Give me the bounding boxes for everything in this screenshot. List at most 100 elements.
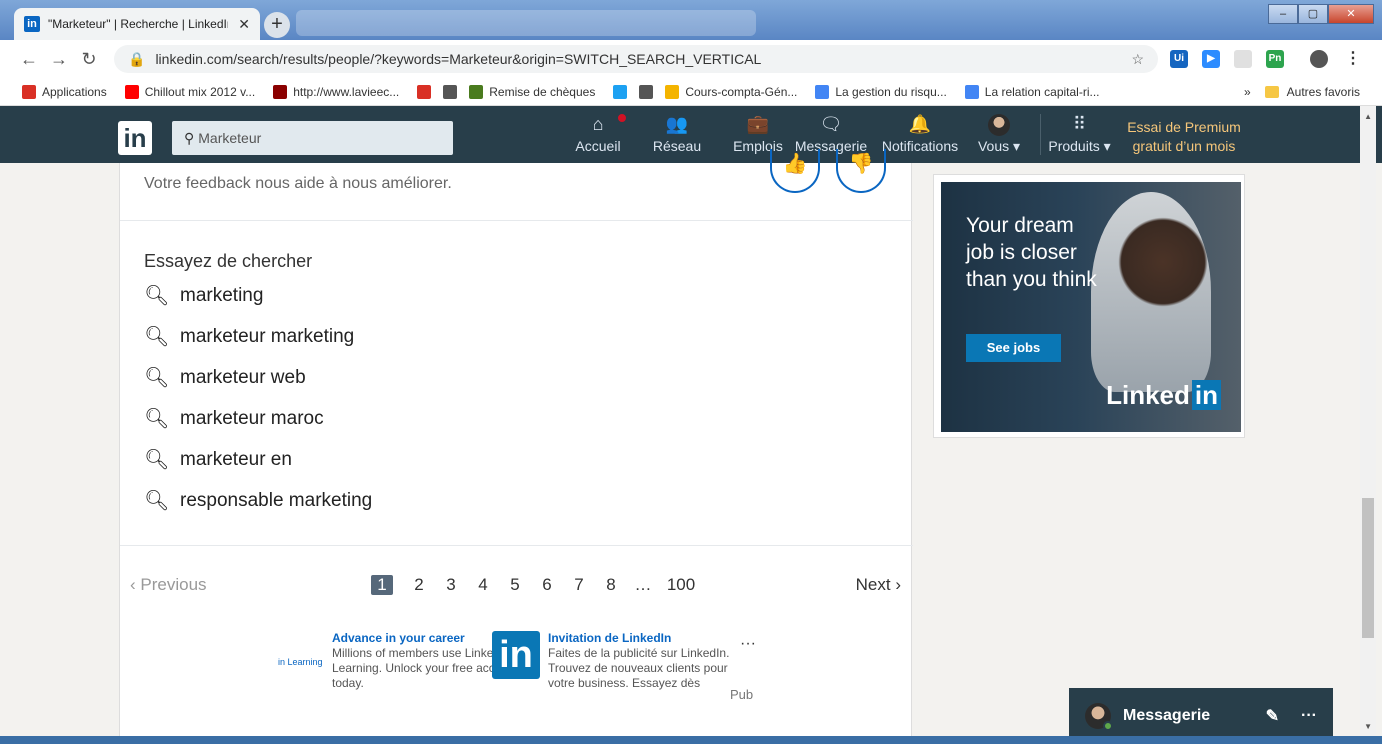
bookmarks-overflow-button[interactable]: » [1244, 85, 1251, 99]
ad-label: Pub [730, 687, 754, 702]
bookmark-item[interactable]: La gestion du risqu... [815, 84, 947, 99]
search-icon: ⚲ [184, 129, 195, 146]
page-button[interactable]: 3 [435, 575, 467, 595]
thumbs-up-icon[interactable]: 👍 [770, 149, 820, 193]
nav-notifications[interactable]: 🔔 Notifications [876, 114, 964, 154]
back-icon[interactable]: ← [14, 49, 44, 70]
side-ad-card[interactable]: Your dream job is closer than you think … [933, 174, 1245, 438]
scrollbar-thumb[interactable] [1362, 498, 1374, 638]
chrome-menu-icon[interactable]: ⋮ [1344, 50, 1362, 68]
new-tab-button[interactable]: + [264, 12, 290, 38]
bookmark-item[interactable] [417, 84, 437, 99]
suggestion-link[interactable]: 🔍︎ marketeur marketing [144, 324, 354, 349]
pn-extension-icon[interactable]: Pn [1266, 50, 1284, 68]
url-field[interactable]: 🔒 linkedin.com/search/results/people/?ke… [114, 45, 1158, 73]
close-window-button[interactable]: ✕ [1328, 4, 1374, 24]
gmail-icon [417, 84, 432, 99]
scroll-down-icon[interactable]: ▼ [1364, 722, 1372, 731]
other-bookmarks[interactable]: Autres favoris [1287, 85, 1360, 99]
compose-icon[interactable]: ✎ [1266, 706, 1279, 726]
bookmark-item[interactable]: Remise de chèques [469, 84, 595, 99]
page-button[interactable]: 6 [531, 575, 563, 595]
bookmark-item[interactable]: http://www.lavieec... [273, 84, 399, 99]
google-icon [964, 84, 979, 99]
previous-page-button[interactable]: ‹ Previous [130, 575, 207, 595]
search-input[interactable]: ⚲ Marketeur [172, 121, 453, 155]
nav-home[interactable]: ⌂ Accueil [574, 112, 628, 154]
youtube-icon [124, 84, 139, 99]
divider [120, 545, 913, 546]
search-icon: 🔍︎ [144, 449, 170, 471]
extension-icon[interactable] [1234, 50, 1252, 68]
divider [120, 220, 913, 221]
search-icon: 🔍︎ [144, 490, 170, 512]
nav-jobs[interactable]: 💼 Emplois [730, 114, 786, 154]
next-page-button[interactable]: Next › [856, 575, 901, 595]
bell-icon: 🔔 [908, 114, 932, 134]
uipath-extension-icon[interactable]: Ui [1170, 50, 1188, 68]
page-button-current[interactable]: 1 [371, 575, 393, 595]
linkedin-ad-logo: Linked in [1106, 380, 1221, 411]
lock-icon: 🔒 [128, 50, 146, 67]
page-button[interactable]: 4 [467, 575, 499, 595]
thumbs-down-icon[interactable]: 👎 [836, 149, 886, 193]
forward-icon[interactable]: → [44, 49, 74, 70]
google-icon [815, 84, 830, 99]
browser-tab-active[interactable]: in "Marketeur" | Recherche | LinkedIn ✕ [14, 8, 260, 40]
tab-close-icon[interactable]: ✕ [238, 16, 250, 33]
bookmark-item[interactable] [443, 84, 463, 99]
os-taskbar [0, 736, 1382, 744]
page-button[interactable]: 7 [563, 575, 595, 595]
nav-messaging[interactable]: 🗨 Messagerie [786, 114, 876, 154]
suggestion-link[interactable]: 🔍︎ marketeur en [144, 447, 292, 472]
minimize-button[interactable]: – [1268, 4, 1298, 24]
page-button[interactable]: 8 [595, 575, 627, 595]
nav-me[interactable]: Vous ▾ [970, 114, 1028, 155]
page-numbers: 1 2 3 4 5 6 7 8 … 100 [371, 575, 703, 595]
nav-products[interactable]: ⠿ Produits ▾ [1040, 114, 1118, 155]
linkedin-logo[interactable]: in [118, 121, 152, 155]
text-ad-invitation[interactable]: in Invitation de LinkedIn Faites de la p… [492, 631, 732, 691]
bookmark-item[interactable]: Applications [22, 84, 107, 99]
bookmark-item[interactable] [613, 84, 633, 99]
bookmark-star-icon[interactable]: ☆ [1131, 51, 1144, 68]
background-tabs[interactable] [296, 10, 756, 36]
linkedin-learning-logo: in Learning [278, 657, 323, 667]
nav-network[interactable]: 👥 Réseau [650, 114, 704, 154]
moneybag-icon [469, 84, 484, 99]
pagination: ‹ Previous 1 2 3 4 5 6 7 8 … 100 Next › [120, 575, 913, 599]
side-ad-image: Your dream job is closer than you think … [941, 182, 1241, 432]
suggestion-link[interactable]: 🔍︎ marketeur maroc [144, 406, 324, 431]
drive-icon [665, 84, 680, 99]
messaging-icon: 🗨 [819, 114, 843, 134]
see-jobs-button[interactable]: See jobs [966, 334, 1061, 362]
profile-avatar-icon[interactable] [1310, 50, 1328, 68]
reload-icon[interactable]: ↻ [74, 49, 104, 70]
suggestion-link[interactable]: 🔍︎ marketeur web [144, 365, 306, 390]
zoom-extension-icon[interactable]: ▶ [1202, 50, 1220, 68]
page-button[interactable]: 2 [403, 575, 435, 595]
page-button[interactable]: 5 [499, 575, 531, 595]
suggestion-link[interactable]: 🔍︎ marketing [144, 283, 263, 308]
scroll-up-icon[interactable]: ▲ [1364, 112, 1372, 121]
maximize-button[interactable]: ▢ [1298, 4, 1328, 24]
bookmark-item[interactable]: La relation capital-ri... [964, 84, 1100, 99]
briefcase-icon: 💼 [746, 114, 770, 134]
notification-badge [616, 112, 628, 124]
scrollbar-track[interactable] [1360, 106, 1376, 744]
globe-icon [443, 84, 458, 99]
search-icon: 🔍︎ [144, 408, 170, 430]
page-button[interactable]: 100 [659, 575, 703, 595]
search-results-card: Votre feedback nous aide à nous améliore… [119, 149, 913, 744]
search-icon: 🔍︎ [144, 285, 170, 307]
ad-options-button[interactable]: ··· [740, 635, 756, 653]
more-options-icon[interactable]: ··· [1301, 707, 1317, 725]
bookmark-item[interactable]: Cours-compta-Gén... [665, 84, 797, 99]
suggestion-link[interactable]: 🔍︎ responsable marketing [144, 488, 372, 513]
bookmark-item[interactable]: Chillout mix 2012 v... [124, 84, 255, 99]
premium-trial-link[interactable]: Essai de Premium gratuit d’un mois [1118, 118, 1250, 156]
grid-icon: ⠿ [1072, 114, 1087, 134]
globe-icon [639, 84, 654, 99]
bookmark-item[interactable] [639, 84, 659, 99]
search-icon: 🔍︎ [144, 367, 170, 389]
